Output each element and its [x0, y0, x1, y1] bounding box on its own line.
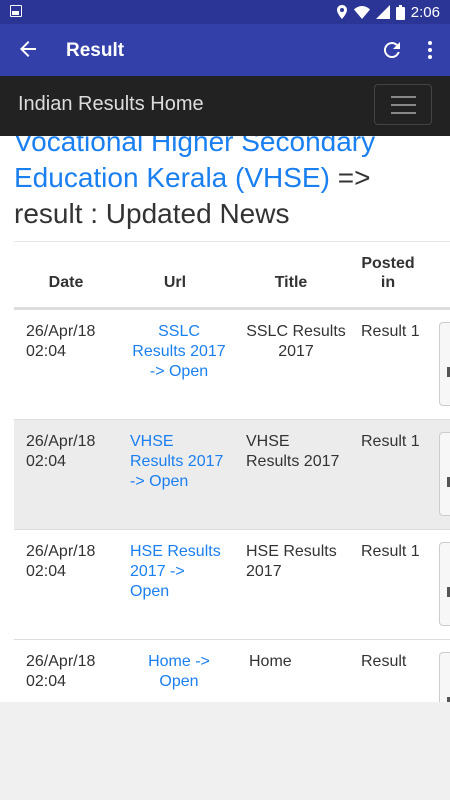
status-icons: 2:06: [336, 0, 440, 24]
row-url: SSLC Results 2017 -> Open: [130, 322, 228, 382]
col-header-posted: Posted: [361, 255, 415, 272]
site-navbar: Indian Results Home: [0, 76, 450, 136]
row-posted: Result 1: [361, 433, 420, 450]
row-title: Home: [249, 653, 292, 670]
table-header: Date Url Title Posted in: [14, 242, 450, 309]
row-url: Home -> Open: [130, 652, 228, 692]
col-header-posted-in: in: [380, 274, 396, 291]
wifi-icon: [353, 5, 370, 19]
row-action-button[interactable]: [439, 432, 450, 516]
row-date: 26/Apr/18 02:04: [26, 543, 96, 580]
page-heading: Vocational Higher Secondary Education Ke…: [14, 124, 444, 232]
table-row: 26/Apr/18 02:04 VHSE Results 2017 -> Open…: [14, 419, 450, 529]
more-options-icon[interactable]: [420, 38, 440, 62]
results-table: Date Url Title Posted in 26/Apr/18 02:04 …: [14, 241, 450, 702]
col-header-url: Url: [163, 274, 187, 291]
table-row: 26/Apr/18 02:04 Home -> Open Home Result: [14, 639, 450, 702]
col-header-date: Date: [48, 274, 84, 291]
refresh-icon[interactable]: [380, 38, 404, 62]
page-title: Result: [66, 40, 125, 61]
col-header-title: Title: [274, 274, 308, 291]
row-url-link[interactable]: HSE Results 2017 -> Open: [130, 543, 221, 600]
row-title: VHSE Results 2017: [246, 433, 340, 470]
row-title: HSE Results 2017: [246, 543, 337, 580]
row-posted: Result 1: [361, 543, 420, 560]
table-row: 26/Apr/18 02:04 SSLC Results 2017 -> Open…: [14, 309, 450, 419]
web-content: Vocational Higher Secondary Education Ke…: [0, 76, 450, 702]
vhse-link[interactable]: Vocational Higher Secondary Education Ke…: [14, 126, 375, 193]
row-date: 26/Apr/18 02:04: [26, 653, 96, 690]
row-action-button[interactable]: [439, 542, 450, 626]
row-posted: Result 1: [361, 323, 420, 340]
row-title: SSLC Results 2017: [246, 323, 346, 360]
hamburger-icon-bar: [391, 96, 416, 98]
row-date: 26/Apr/18 02:04: [26, 433, 96, 470]
hamburger-icon-bar: [391, 112, 416, 114]
hamburger-icon-bar: [391, 104, 416, 106]
row-url-link[interactable]: VHSE Results 2017 -> Open: [130, 433, 223, 490]
row-posted: Result: [361, 653, 407, 670]
row-action-button[interactable]: [439, 652, 450, 702]
row-url-link[interactable]: SSLC Results 2017 -> Open: [132, 323, 225, 380]
battery-icon: [395, 4, 405, 20]
row-url-link[interactable]: Home -> Open: [148, 653, 210, 690]
status-bar: 2:06: [0, 0, 450, 24]
status-time: 2:06: [410, 3, 440, 21]
row-date: 26/Apr/18 02:04: [26, 323, 96, 360]
back-arrow-icon[interactable]: [16, 37, 40, 61]
app-bar: Result: [0, 24, 450, 76]
location-icon: [336, 5, 347, 19]
navbar-brand[interactable]: Indian Results Home: [18, 93, 204, 116]
row-url: HSE Results 2017 -> Open: [130, 542, 228, 602]
navbar-menu-toggle[interactable]: [374, 84, 432, 125]
empty-area: [0, 702, 450, 800]
row-url: VHSE Results 2017 -> Open: [130, 432, 228, 492]
table-row: 26/Apr/18 02:04 HSE Results 2017 -> Open …: [14, 529, 450, 639]
row-action-button[interactable]: [439, 322, 450, 406]
gallery-notification-icon: [10, 5, 22, 17]
signal-icon: [375, 5, 390, 19]
